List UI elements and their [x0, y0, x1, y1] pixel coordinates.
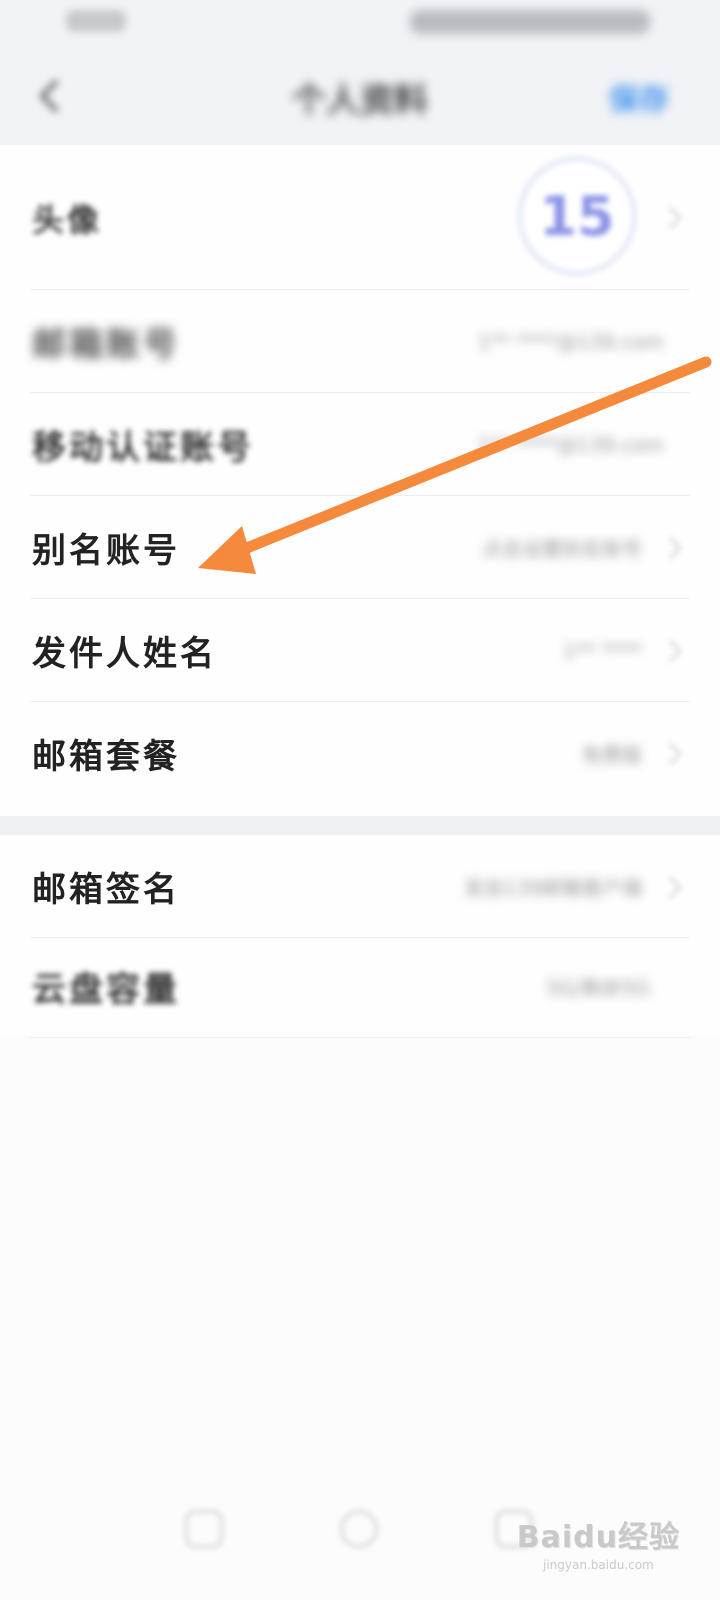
row-label: 邮箱账号	[32, 325, 180, 365]
save-button[interactable]: 保存	[602, 74, 676, 120]
row-value: 1** ****@139.com	[477, 329, 664, 354]
profile-settings-list-2: 邮箱签名 发自139邮箱客户端 云盘容量 5G/剩余5G	[0, 835, 720, 1038]
status-icons	[410, 10, 650, 34]
row-value: 1** ****@139.com	[477, 432, 664, 457]
row-label: 移动认证账号	[32, 428, 254, 468]
baidu-watermark: Baidu经验 jingyan.baidu.com	[517, 1512, 680, 1572]
bottom-nav-icon[interactable]	[185, 1510, 223, 1548]
row-label: 邮箱套餐	[32, 737, 180, 777]
status-bar	[0, 0, 720, 50]
row-alias-account[interactable]: 别名账号 点击设置别名账号	[0, 496, 720, 599]
chevron-right-icon	[658, 742, 682, 765]
row-value: 1** ****	[562, 638, 642, 663]
row-mailbox-plan[interactable]: 邮箱套餐 免费版	[0, 702, 720, 805]
status-time	[66, 10, 126, 32]
row-label: 发件人姓名	[32, 634, 217, 674]
row-cloud-storage[interactable]: 云盘容量 5G/剩余5G	[0, 935, 720, 1038]
row-value: 5G/剩余5G	[546, 976, 650, 1000]
chevron-right-icon	[658, 536, 682, 559]
row-mobile-auth-account[interactable]: 移动认证账号 1** ****@139.com	[0, 393, 720, 496]
row-label: 云盘容量	[32, 970, 180, 1010]
watermark-logo: Baidu经验	[516, 1520, 680, 1555]
avatar-row[interactable]: 头像 15	[0, 145, 720, 290]
divider	[30, 1037, 690, 1038]
row-value: 点击设置别名账号	[482, 537, 642, 561]
chevron-right-icon	[658, 875, 682, 898]
row-value: 发自139邮箱客户端	[463, 876, 642, 900]
bottom-nav-icon[interactable]	[340, 1510, 378, 1548]
section-divider	[0, 816, 720, 835]
row-mailbox-signature[interactable]: 邮箱签名 发自139邮箱客户端	[0, 835, 720, 938]
row-mailbox-account[interactable]: 邮箱账号 1** ****@139.com	[0, 290, 720, 393]
row-label: 别名账号	[32, 531, 180, 571]
chevron-right-icon	[658, 639, 682, 662]
avatar: 15	[518, 157, 636, 275]
back-arrow-icon[interactable]	[30, 76, 70, 116]
chevron-right-icon	[658, 206, 682, 229]
row-value: 免费版	[582, 743, 642, 767]
row-sender-name[interactable]: 发件人姓名 1** ****	[0, 599, 720, 702]
avatar-row-label: 头像	[32, 200, 103, 239]
watermark-url: jingyan.baidu.com	[543, 1558, 654, 1572]
profile-settings-list: 头像 15 邮箱账号 1** ****@139.com 移动认证账号 1** *…	[0, 145, 720, 816]
row-label: 邮箱签名	[32, 870, 180, 910]
page-title: 个人资料	[292, 80, 428, 121]
nav-bar: 个人资料 保存	[0, 50, 720, 145]
